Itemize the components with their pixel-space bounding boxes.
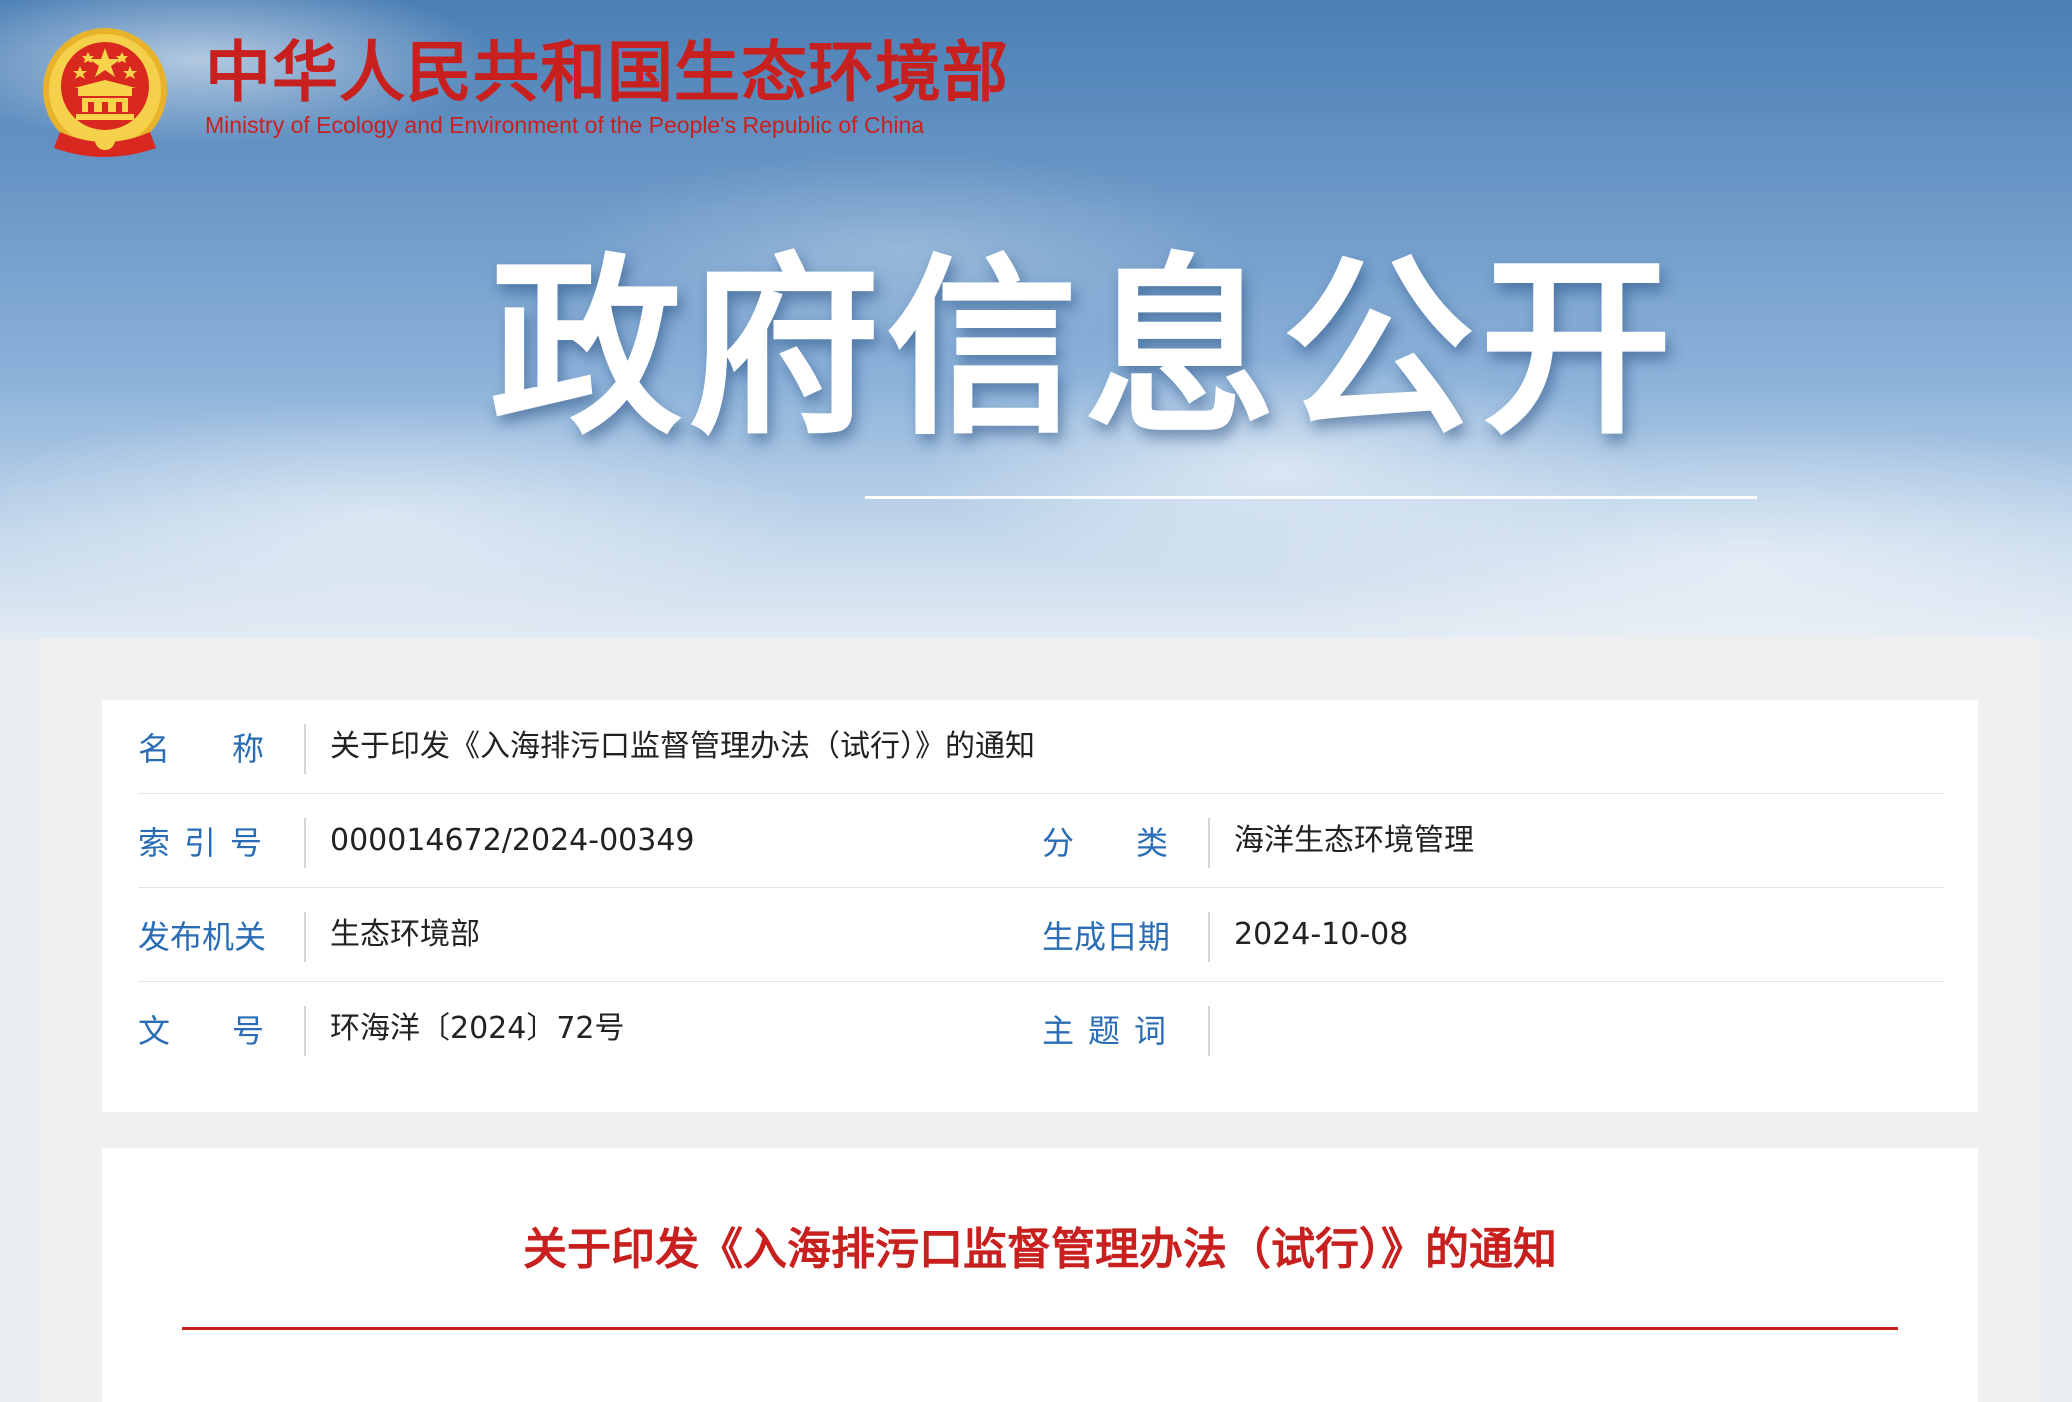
- article-card: 关于印发《入海排污口监督管理办法（试行）》的通知: [102, 1148, 1978, 1402]
- meta-value-publisher: 生态环境部: [330, 917, 480, 952]
- meta-label-publisher: 发布机关: [138, 912, 306, 962]
- meta-value-name: 关于印发《入海排污口监督管理办法（试行）》的通知: [330, 729, 1035, 764]
- meta-value-doc-number: 环海洋〔2024〕72号: [330, 1011, 625, 1046]
- meta-row-doc-number: 文号 环海洋〔2024〕72号 主题词: [138, 982, 1944, 1076]
- site-subtitle[interactable]: Ministry of Ecology and Environment of t…: [205, 112, 924, 139]
- article-title: 关于印发《入海排污口监督管理办法（试行）》的通知: [523, 1224, 1557, 1275]
- national-emblem-icon: [43, 28, 167, 157]
- header-banner: 中华人民共和国生态环境部 Ministry of Ecology and Env…: [0, 0, 2072, 640]
- meta-label-doc-number: 文号: [138, 1006, 306, 1056]
- meta-value-index: 000014672/2024-00349: [330, 823, 695, 858]
- site-title[interactable]: 中华人民共和国生态环境部: [205, 34, 1009, 110]
- hero-divider: [865, 496, 1757, 499]
- meta-row-name: 名称 关于印发《入海排污口监督管理办法（试行）》的通知: [138, 700, 1944, 794]
- document-meta-card: 名称 关于印发《入海排污口监督管理办法（试行）》的通知 索引号 00001467…: [102, 700, 1978, 1112]
- meta-row-index: 索引号 000014672/2024-00349 分类 海洋生态环境管理: [138, 794, 1944, 888]
- meta-label-name: 名称: [138, 724, 306, 774]
- meta-row-publisher: 发布机关 生态环境部 生成日期 2024-10-08: [138, 888, 1944, 982]
- meta-value-date: 2024-10-08: [1234, 917, 1409, 952]
- meta-label-keywords: 主题词: [1042, 1006, 1210, 1056]
- article-title-rule: [182, 1327, 1898, 1330]
- meta-label-category: 分类: [1042, 818, 1210, 868]
- meta-label-date: 生成日期: [1042, 912, 1210, 962]
- hero-title: 政府信息公开: [490, 238, 1678, 461]
- meta-label-index: 索引号: [138, 818, 306, 868]
- meta-value-category: 海洋生态环境管理: [1234, 823, 1474, 858]
